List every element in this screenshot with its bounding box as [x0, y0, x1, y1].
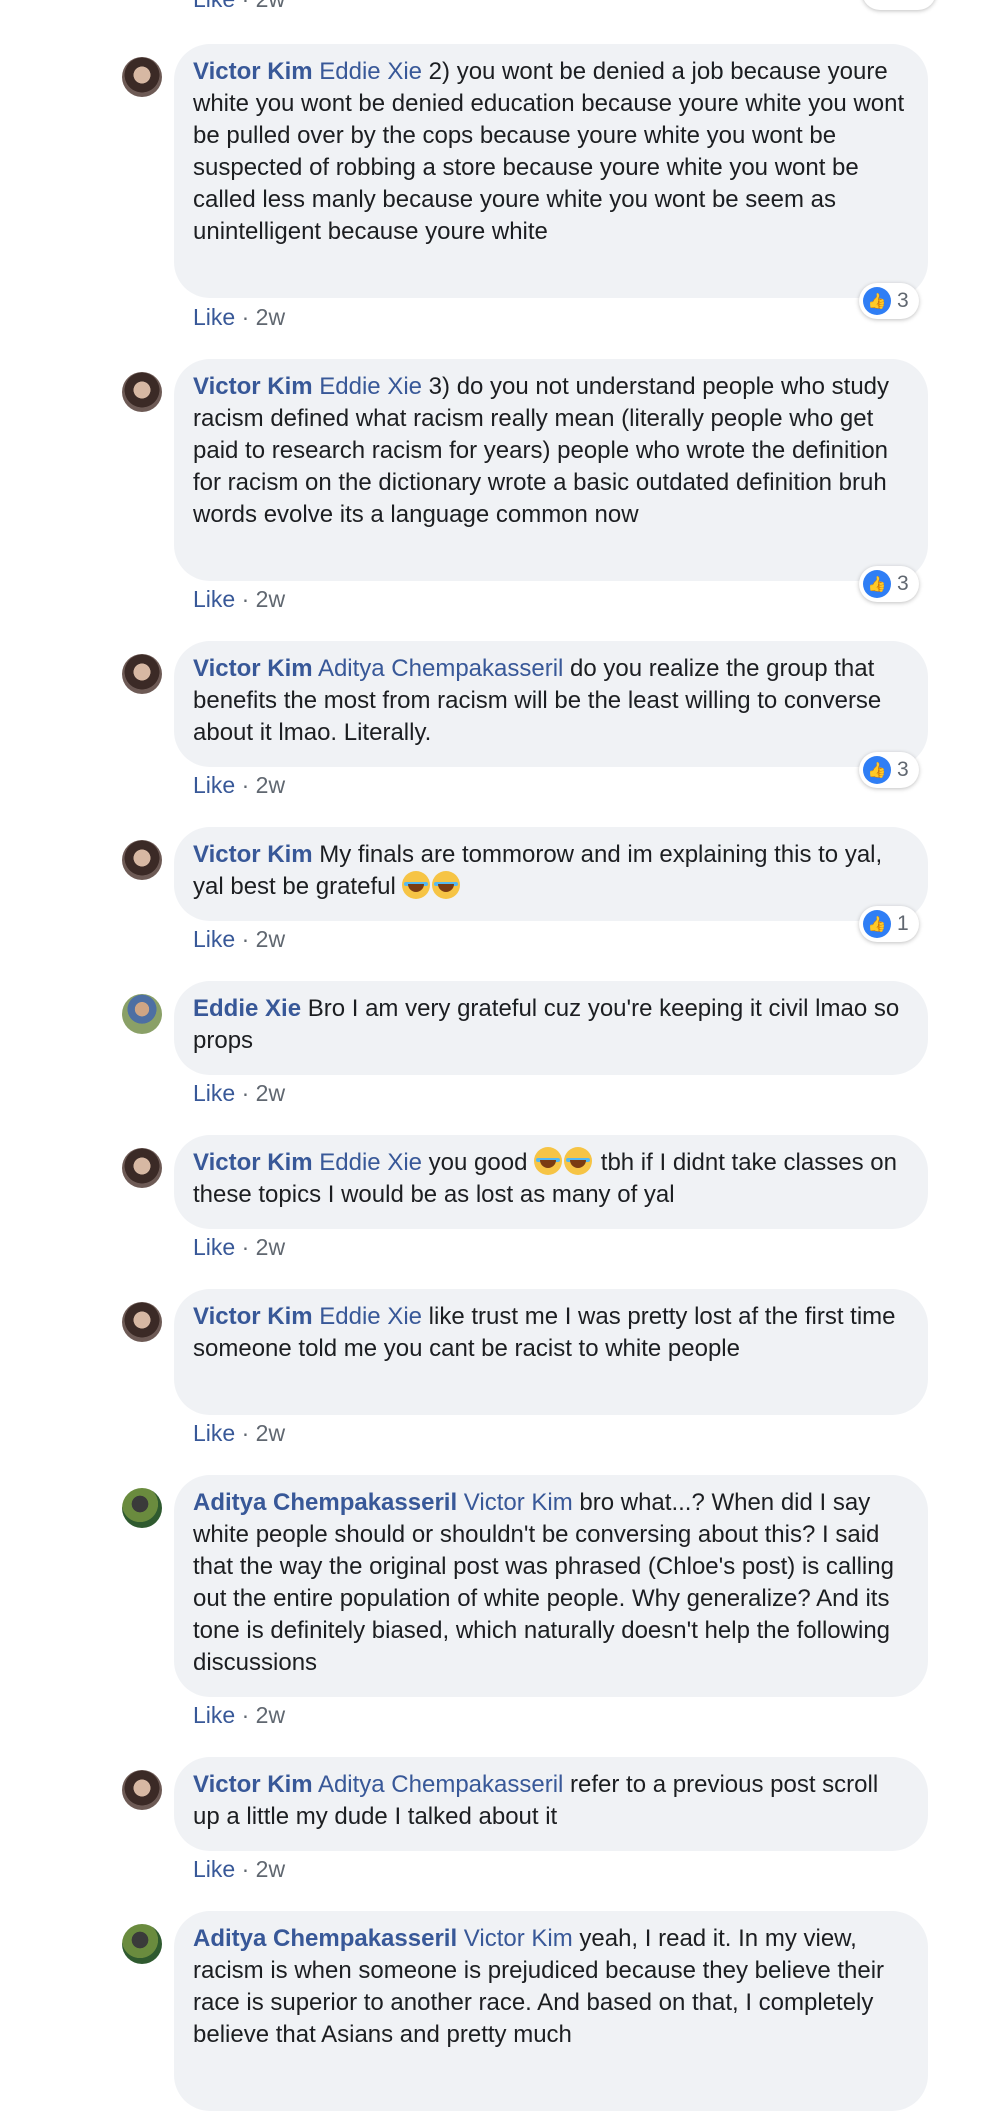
separator: · — [235, 0, 255, 12]
timestamp[interactable]: 2w — [256, 586, 285, 612]
comment-bubble: Eddie Xie Bro I am very grateful cuz you… — [174, 981, 928, 1075]
comment-actions: Like · 2w — [193, 772, 285, 799]
timestamp[interactable]: 2w — [256, 304, 285, 330]
like-thumb-icon: 👍 — [863, 756, 891, 784]
timestamp[interactable]: 2w — [256, 1234, 285, 1260]
like-link[interactable]: Like — [193, 772, 235, 798]
comment-author[interactable]: Victor Kim — [193, 1771, 313, 1798]
like-link[interactable]: Like — [193, 1234, 235, 1260]
timestamp[interactable]: 2w — [256, 1420, 285, 1446]
comment-actions: Like · 2w — [193, 0, 285, 13]
timestamp[interactable]: 2w — [256, 1080, 285, 1106]
mention-link[interactable]: Victor Kim — [464, 1925, 573, 1952]
avatar[interactable] — [122, 1770, 162, 1810]
like-link[interactable]: Like — [193, 0, 235, 12]
reaction-badge[interactable]: 👍 3 — [859, 283, 919, 319]
like-link[interactable]: Like — [193, 1420, 235, 1446]
separator: · — [235, 1420, 256, 1446]
mention-link[interactable]: Eddie Xie — [319, 1149, 422, 1176]
reaction-count: 3 — [897, 758, 909, 781]
avatar[interactable] — [122, 1488, 162, 1528]
separator: · — [235, 926, 256, 952]
mention-link[interactable]: Eddie Xie — [319, 58, 422, 85]
comment-bubble: Victor Kim My finals are tommorow and im… — [174, 827, 928, 921]
avatar[interactable] — [122, 994, 162, 1034]
comment-actions: Like · 2w — [193, 926, 285, 953]
comment-bubble: Victor Kim Aditya Chempakasseril do you … — [174, 641, 928, 767]
reaction-badge[interactable] — [862, 0, 936, 10]
comment-actions: Like · 2w — [193, 1234, 285, 1261]
avatar[interactable] — [122, 1302, 162, 1342]
comment-actions: Like · 2w — [193, 586, 285, 613]
avatar[interactable] — [122, 840, 162, 880]
comment-author[interactable]: Victor Kim — [193, 841, 313, 868]
separator: · — [235, 772, 256, 798]
mention-link[interactable]: Eddie Xie — [319, 373, 422, 400]
timestamp[interactable]: 2w — [256, 1702, 285, 1728]
comment-thread: Like · 2w Victor Kim Eddie Xie 2) you wo… — [0, 0, 996, 2111]
like-link[interactable]: Like — [193, 1080, 235, 1106]
timestamp[interactable]: 2w — [256, 1856, 285, 1882]
avatar[interactable] — [122, 1148, 162, 1188]
reaction-badge[interactable]: 👍 1 — [859, 906, 919, 942]
comment-bubble: Victor Kim Aditya Chempakasseril refer t… — [174, 1757, 928, 1851]
comment-author[interactable]: Aditya Chempakasseril — [193, 1925, 457, 1952]
mention-link[interactable]: Victor Kim — [464, 1489, 573, 1516]
like-link[interactable]: Like — [193, 304, 235, 330]
comment-author[interactable]: Aditya Chempakasseril — [193, 1489, 457, 1516]
avatar[interactable] — [122, 57, 162, 97]
reaction-count: 1 — [897, 912, 909, 935]
separator: · — [235, 1080, 256, 1106]
comment-actions: Like · 2w — [193, 1702, 285, 1729]
comment-bubble: Victor Kim Eddie Xie you good tbh if I d… — [174, 1135, 928, 1229]
like-link[interactable]: Like — [193, 1856, 235, 1882]
comment-author[interactable]: Eddie Xie — [193, 995, 301, 1022]
timestamp[interactable]: 2w — [256, 926, 285, 952]
separator: · — [235, 304, 256, 330]
comment-author[interactable]: Victor Kim — [193, 1303, 313, 1330]
like-link[interactable]: Like — [193, 1702, 235, 1728]
comment-bubble: Aditya Chempakasseril Victor Kim bro wha… — [174, 1475, 928, 1697]
tears-of-joy-icon — [564, 1147, 593, 1175]
mention-link[interactable]: Eddie Xie — [319, 1303, 422, 1330]
reaction-badge[interactable]: 👍 3 — [859, 752, 919, 788]
like-link[interactable]: Like — [193, 586, 235, 612]
tears-of-joy-icon — [534, 1147, 563, 1175]
separator: · — [235, 586, 256, 612]
comment-author[interactable]: Victor Kim — [193, 58, 313, 85]
separator: · — [235, 1702, 256, 1728]
comment-actions: Like · 2w — [193, 304, 285, 331]
comment-actions: Like · 2w — [193, 1856, 285, 1883]
comment-bubble: Victor Kim Eddie Xie like trust me I was… — [174, 1289, 928, 1415]
comment-text: 2) you wont be denied a job because your… — [193, 58, 905, 245]
comment-author[interactable]: Victor Kim — [193, 1149, 313, 1176]
mention-link[interactable]: Aditya Chempakasseril — [318, 655, 563, 682]
comment-bubble: Aditya Chempakasseril Victor Kim yeah, I… — [174, 1911, 928, 2111]
comment-actions: Like · 2w — [193, 1420, 285, 1447]
comment-actions: Like · 2w — [193, 1080, 285, 1107]
avatar[interactable] — [122, 654, 162, 694]
avatar[interactable] — [122, 372, 162, 412]
comment-bubble: Victor Kim Eddie Xie 2) you wont be deni… — [174, 44, 928, 298]
separator: · — [235, 1856, 256, 1882]
timestamp[interactable]: 2w — [256, 0, 285, 12]
separator: · — [235, 1234, 256, 1260]
reaction-badge[interactable]: 👍 3 — [859, 566, 919, 602]
like-thumb-icon: 👍 — [863, 570, 891, 598]
comment-text: you good — [422, 1149, 535, 1176]
comment-author[interactable]: Victor Kim — [193, 373, 313, 400]
reaction-count: 3 — [897, 289, 909, 312]
tears-of-joy-icon — [432, 871, 461, 899]
mention-link[interactable]: Aditya Chempakasseril — [318, 1771, 563, 1798]
tears-of-joy-icon — [402, 871, 431, 899]
avatar[interactable] — [122, 1924, 162, 1964]
like-thumb-icon: 👍 — [863, 910, 891, 938]
timestamp[interactable]: 2w — [256, 772, 285, 798]
like-thumb-icon: 👍 — [863, 287, 891, 315]
comment-text: bro what...? When did I say white people… — [193, 1489, 894, 1676]
reaction-count: 3 — [897, 572, 909, 595]
comment-bubble: Victor Kim Eddie Xie 3) do you not under… — [174, 359, 928, 581]
like-link[interactable]: Like — [193, 926, 235, 952]
comment-author[interactable]: Victor Kim — [193, 655, 313, 682]
